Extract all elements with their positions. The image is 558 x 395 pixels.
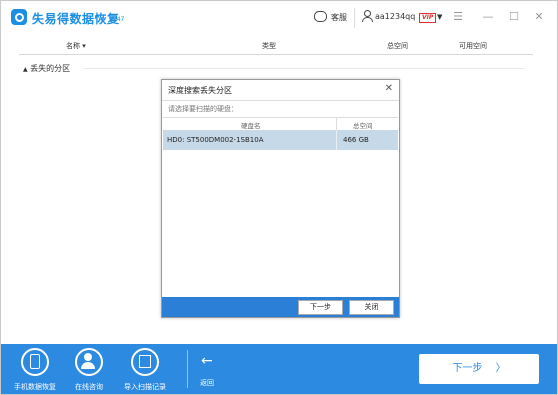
- column-name[interactable]: 名称 ▾: [66, 41, 86, 51]
- chevron-down-icon[interactable]: ▼: [437, 13, 442, 21]
- disk-size: 466 GB: [343, 136, 369, 144]
- user-icon[interactable]: [362, 10, 373, 22]
- divider: [84, 68, 524, 69]
- table-header: 名称 ▾ 类型 总空间 可用空间: [19, 37, 533, 55]
- online-consult-button[interactable]: 在线咨询: [59, 348, 119, 392]
- table-row[interactable]: HD0: ST500DM002-1SB10A 466 GB: [163, 130, 398, 150]
- column-total-space[interactable]: 总空间: [387, 41, 408, 51]
- dialog-close-icon[interactable]: ✕: [385, 83, 393, 94]
- app-window: 失易得数据恢复 6.47 客服 aa1234qq VIP ▼ ☰ — ☐ ✕ 名…: [0, 0, 558, 395]
- minimize-icon[interactable]: —: [481, 10, 495, 24]
- maximize-icon[interactable]: ☐: [507, 10, 521, 24]
- phone-recovery-button[interactable]: 手机数据恢复: [5, 348, 65, 392]
- next-step-button[interactable]: 下一步 〉: [419, 354, 539, 384]
- column-disk-name: 硬盘名: [241, 122, 261, 130]
- column-free-space[interactable]: 可用空间: [459, 41, 487, 51]
- dialog-footer: 下一步 关闭: [162, 297, 399, 317]
- column-disk-size: 总空间: [353, 122, 373, 130]
- column-type[interactable]: 类型: [262, 41, 276, 51]
- online-consult-label: 在线咨询: [75, 383, 103, 391]
- title-bar: 失易得数据恢复 6.47 客服 aa1234qq VIP ▼ ☰ — ☐ ✕: [1, 1, 557, 34]
- close-icon[interactable]: ✕: [532, 10, 546, 24]
- dialog-prompt: 请选择要扫描的硬盘：: [168, 105, 238, 113]
- phone-icon: [21, 348, 49, 376]
- group-label: 丢失的分区: [30, 64, 71, 73]
- menu-icon[interactable]: ☰: [451, 10, 465, 24]
- divider: [187, 350, 188, 388]
- vip-badge[interactable]: VIP: [419, 13, 437, 23]
- import-icon: [131, 348, 159, 376]
- bottom-toolbar: 手机数据恢复 在线咨询 导入扫描记录 ← 返回 下一步 〉: [1, 344, 557, 394]
- phone-recovery-label: 手机数据恢复: [14, 383, 56, 391]
- app-version: 6.47: [111, 16, 125, 23]
- disk-table-header: 硬盘名 总空间: [163, 117, 398, 131]
- deep-scan-dialog: 深度搜索丢失分区 ✕ 请选择要扫描的硬盘： 硬盘名 总空间 HD0: ST500…: [161, 79, 400, 318]
- back-button[interactable]: 返回: [200, 378, 214, 388]
- back-arrow-icon[interactable]: ←: [201, 354, 217, 368]
- username[interactable]: aa1234qq: [375, 12, 415, 21]
- divider: [162, 100, 399, 101]
- divider: [354, 8, 355, 28]
- expand-arrow-icon[interactable]: ▲: [23, 66, 28, 73]
- app-title: 失易得数据恢复: [32, 12, 120, 26]
- disk-name: HD0: ST500DM002-1SB10A: [167, 136, 264, 144]
- support-link[interactable]: 客服: [331, 12, 347, 23]
- chat-icon[interactable]: [314, 8, 327, 22]
- import-scan-record-label: 导入扫描记录: [124, 383, 166, 391]
- import-scan-record-button[interactable]: 导入扫描记录: [115, 348, 175, 392]
- lost-partitions-group[interactable]: ▲ 丢失的分区: [23, 63, 70, 74]
- consult-icon: [75, 348, 103, 376]
- chevron-right-icon: 〉: [495, 363, 506, 374]
- dialog-close-button[interactable]: 关闭: [349, 300, 394, 315]
- next-step-label: 下一步: [452, 363, 483, 374]
- dialog-next-button[interactable]: 下一步: [298, 300, 343, 315]
- dialog-title: 深度搜索丢失分区: [168, 86, 232, 95]
- app-logo-icon: [11, 9, 27, 25]
